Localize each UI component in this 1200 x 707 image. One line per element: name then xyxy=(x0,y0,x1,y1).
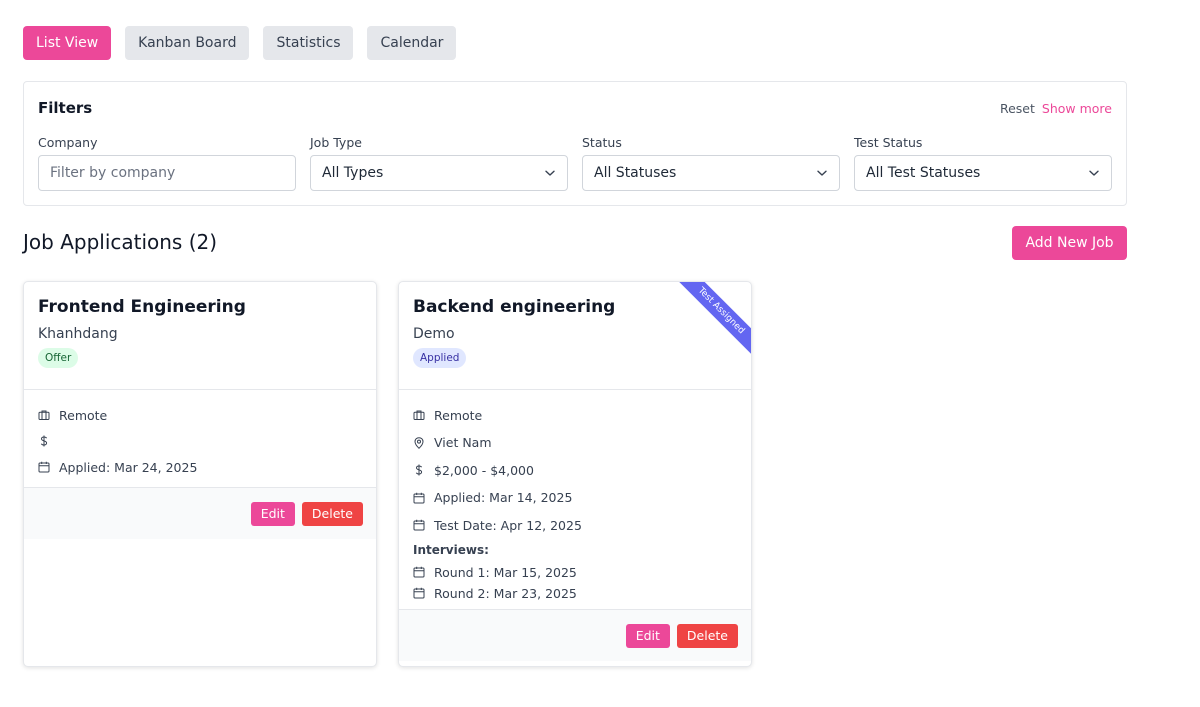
status-select[interactable]: All Statuses xyxy=(582,155,840,191)
dollar-icon xyxy=(413,464,425,476)
interviews-label: Interviews: xyxy=(413,543,489,557)
interview-round: Round 2: Mar 23, 2025 xyxy=(434,585,577,601)
company-filter: Company xyxy=(38,135,296,191)
job-type-filter-label: Job Type xyxy=(310,135,362,150)
test-status-filter: Test Status All Test Statuses xyxy=(854,135,1112,191)
job-card-header: Backend engineering Demo Applied xyxy=(399,282,751,390)
applied-date: Applied: Mar 14, 2025 xyxy=(434,490,573,505)
job-card-header: Frontend Engineering Khanhdang Offer xyxy=(24,282,376,390)
test-status-select-value: All Test Statuses xyxy=(866,165,981,181)
job-card: Test Assigned Backend engineering Demo A… xyxy=(398,281,752,667)
interview-row: Round 2: Mar 23, 2025 xyxy=(413,583,737,603)
edit-button[interactable]: Edit xyxy=(625,623,670,648)
briefcase-icon xyxy=(413,409,425,421)
status-filter: Status All Statuses xyxy=(582,135,840,191)
job-card: Frontend Engineering Khanhdang Offer Rem… xyxy=(23,281,377,667)
work-mode-row: Remote xyxy=(413,405,737,425)
location: Viet Nam xyxy=(434,435,492,450)
status-select-value: All Statuses xyxy=(594,165,677,181)
test-date-row: Test Date: Apr 12, 2025 xyxy=(413,515,737,535)
calendar-icon xyxy=(413,587,425,599)
dollar-icon xyxy=(38,435,50,447)
filters-panel: Filters Reset Show more Company Job Type… xyxy=(23,81,1127,206)
job-card-details: Remote Applied: Mar 24, 2025 xyxy=(24,390,376,487)
company-filter-input[interactable] xyxy=(38,155,296,191)
view-tabs: List View Kanban Board Statistics Calend… xyxy=(23,26,457,60)
tab-kanban-board[interactable]: Kanban Board xyxy=(125,26,250,60)
tab-calendar[interactable]: Calendar xyxy=(367,26,457,60)
filters-actions: Reset Show more xyxy=(1000,101,1112,116)
test-status-select[interactable]: All Test Statuses xyxy=(854,155,1112,191)
interview-round: Round 1: Mar 15, 2025 xyxy=(434,564,577,580)
status-badge: Offer xyxy=(38,348,79,368)
location-row: Viet Nam xyxy=(413,433,737,453)
work-mode-row: Remote xyxy=(38,405,362,425)
company-name: Khanhdang xyxy=(38,326,118,342)
chevron-down-icon xyxy=(545,170,555,176)
edit-button[interactable]: Edit xyxy=(250,501,295,526)
chevron-down-icon xyxy=(1089,170,1099,176)
delete-button[interactable]: Delete xyxy=(301,501,363,526)
test-status-filter-label: Test Status xyxy=(854,135,923,150)
calendar-icon xyxy=(38,461,50,473)
page-title: Job Applications (2) xyxy=(23,230,218,254)
job-type-select[interactable]: All Types xyxy=(310,155,568,191)
add-new-job-button[interactable]: Add New Job xyxy=(1012,226,1127,260)
show-more-link[interactable]: Show more xyxy=(1042,101,1112,116)
calendar-icon xyxy=(413,566,425,578)
company-filter-label: Company xyxy=(38,135,98,150)
reset-filters-link[interactable]: Reset xyxy=(1000,101,1035,116)
applied-date-row: Applied: Mar 24, 2025 xyxy=(38,457,362,477)
job-title: Backend engineering xyxy=(413,297,616,317)
applied-date: Applied: Mar 24, 2025 xyxy=(59,459,198,475)
salary: $2,000 - $4,000 xyxy=(434,462,534,478)
job-type-select-value: All Types xyxy=(322,165,384,181)
status-badge: Applied xyxy=(413,348,467,368)
calendar-icon xyxy=(413,492,425,504)
job-card-actions: Edit Delete xyxy=(24,487,376,539)
filters-title: Filters xyxy=(38,99,93,117)
work-mode: Remote xyxy=(59,407,108,423)
job-type-filter: Job Type All Types xyxy=(310,135,568,191)
test-date: Test Date: Apr 12, 2025 xyxy=(434,517,582,533)
calendar-icon xyxy=(413,519,425,531)
briefcase-icon xyxy=(38,409,50,421)
chevron-down-icon xyxy=(817,170,827,176)
company-name: Demo xyxy=(413,326,455,342)
interview-row: Round 1: Mar 15, 2025 xyxy=(413,562,737,582)
job-title: Frontend Engineering xyxy=(38,297,246,317)
delete-button[interactable]: Delete xyxy=(676,623,738,648)
map-pin-icon xyxy=(413,436,425,449)
tab-list-view[interactable]: List View xyxy=(23,26,112,60)
work-mode: Remote xyxy=(434,407,483,423)
salary-row xyxy=(38,431,362,451)
tab-statistics[interactable]: Statistics xyxy=(263,26,354,60)
salary-row: $2,000 - $4,000 xyxy=(413,460,737,480)
status-filter-label: Status xyxy=(582,135,622,150)
job-card-actions: Edit Delete xyxy=(399,609,751,661)
applied-date-row: Applied: Mar 14, 2025 xyxy=(413,488,737,508)
job-card-details: Remote Viet Nam $2,000 - $4,000 Applied:… xyxy=(399,390,751,609)
